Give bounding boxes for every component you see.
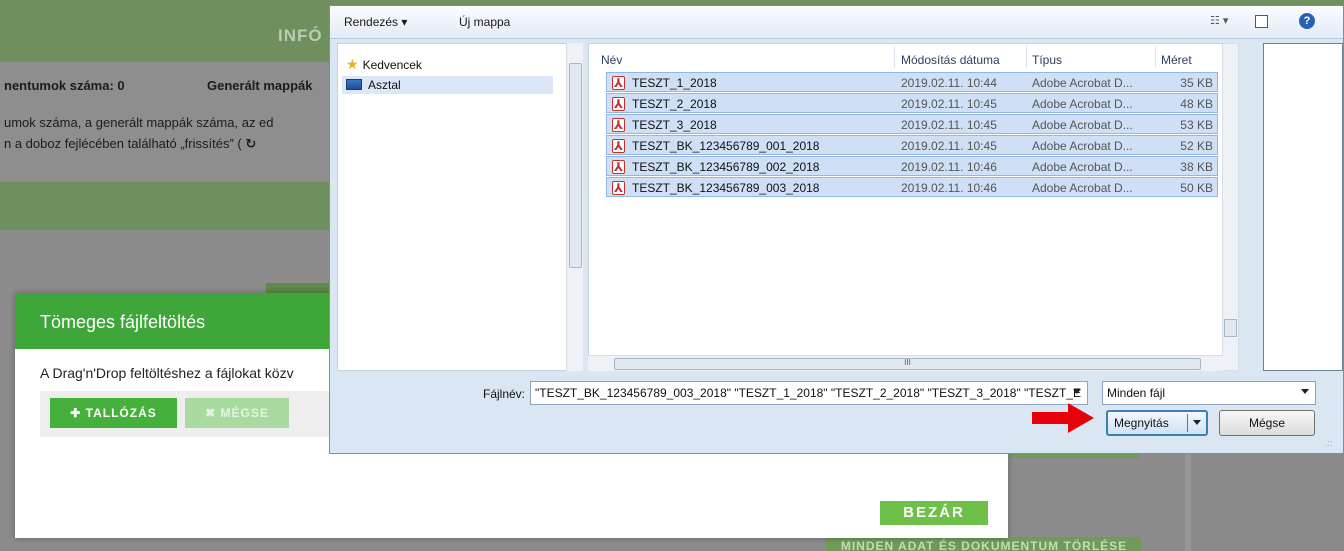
background-green-strip: [266, 283, 336, 293]
resize-grip-icon[interactable]: .::: [1325, 438, 1333, 448]
file-type: Adobe Acrobat D...: [1032, 181, 1133, 195]
desktop-icon: [346, 79, 362, 90]
dialog-cancel-button[interactable]: Mégse: [1219, 410, 1315, 436]
file-type: Adobe Acrobat D...: [1032, 76, 1133, 90]
file-name: TESZT_BK_123456789_003_2018: [632, 181, 820, 195]
nav-item-favorites[interactable]: ★ Kedvencek: [346, 56, 422, 73]
background-header-title: INFÓ: [278, 26, 323, 45]
navigation-scrollbar[interactable]: [566, 43, 583, 371]
pdf-file-icon: ⅄: [612, 76, 625, 90]
file-size: 50 KB: [1180, 181, 1213, 195]
column-header-size[interactable]: Méret: [1161, 53, 1192, 67]
file-modified: 2019.02.11. 10:45: [901, 97, 997, 111]
file-modified: 2019.02.11. 10:46: [901, 160, 997, 174]
file-type: Adobe Acrobat D...: [1032, 97, 1133, 111]
nav-item-desktop[interactable]: Asztal: [342, 76, 553, 94]
modal-title: Tömeges fájlfeltöltés: [40, 312, 206, 332]
file-name: TESZT_1_2018: [632, 76, 717, 90]
red-arrow-annotation: [1032, 403, 1094, 433]
preview-pane: [1263, 43, 1343, 371]
chevron-down-icon: [1193, 420, 1201, 425]
column-header-name[interactable]: Név: [601, 53, 622, 67]
browse-button[interactable]: ✚ TALLÓZÁS: [50, 398, 177, 428]
preview-pane-icon[interactable]: [1255, 15, 1268, 28]
file-type: Adobe Acrobat D...: [1032, 160, 1133, 174]
file-list-horizontal-scrollbar[interactable]: III: [588, 355, 1223, 371]
background-info-text-2-content: n a doboz fejlécében található „frissíté…: [4, 136, 242, 151]
file-name: TESZT_BK_123456789_002_2018: [632, 160, 820, 174]
open-button-label: Megnyitás: [1114, 416, 1169, 430]
column-separator[interactable]: [894, 46, 895, 68]
file-row[interactable]: ⅄ TESZT_2_2018 2019.02.11. 10:45 Adobe A…: [606, 93, 1218, 113]
column-separator[interactable]: [1026, 46, 1027, 68]
file-size: 35 KB: [1180, 76, 1213, 90]
background-stat-folders: Generált mappák: [207, 78, 313, 93]
pdf-file-icon: ⅄: [612, 181, 625, 195]
chevron-down-icon[interactable]: [1073, 389, 1081, 394]
file-modified: 2019.02.11. 10:45: [901, 118, 997, 132]
nav-item-desktop-label: Asztal: [368, 78, 401, 92]
dialog-toolbar: Rendezés ▾ Új mappa ☷ ▾ ?: [330, 6, 1343, 39]
file-name: TESZT_2_2018: [632, 97, 717, 111]
navigation-scroll-thumb[interactable]: [569, 63, 582, 268]
refresh-icon: ↻: [245, 136, 257, 151]
file-list: Név Módosítás dátuma Típus Méret ⅄ TESZT…: [588, 43, 1223, 371]
chevron-down-icon[interactable]: [1301, 389, 1309, 394]
pdf-file-icon: ⅄: [612, 118, 625, 132]
file-row[interactable]: ⅄ TESZT_3_2018 2019.02.11. 10:45 Adobe A…: [606, 114, 1218, 134]
file-size: 52 KB: [1180, 139, 1213, 153]
file-list-vertical-scrollbar[interactable]: [1222, 43, 1239, 371]
open-options-split-button[interactable]: [1187, 414, 1205, 432]
file-size: 53 KB: [1180, 118, 1213, 132]
background-stat-documents: nentumok száma: 0: [4, 78, 125, 93]
file-size: 38 KB: [1180, 160, 1213, 174]
vertical-scroll-thumb[interactable]: [1224, 319, 1237, 337]
column-separator[interactable]: [1155, 46, 1156, 68]
file-modified: 2019.02.11. 10:45: [901, 139, 997, 153]
cancel-upload-button[interactable]: ✖ MÉGSE: [185, 398, 289, 428]
background-info-text-1: umok száma, a generált mappák száma, az …: [4, 115, 274, 130]
pdf-file-icon: ⅄: [612, 97, 625, 111]
organize-button[interactable]: Rendezés ▾: [344, 15, 407, 29]
file-type-filter-select[interactable]: Minden fájl: [1102, 381, 1316, 405]
filename-input[interactable]: "TESZT_BK_123456789_003_2018" "TESZT_1_2…: [530, 381, 1088, 405]
column-header-modified[interactable]: Módosítás dátuma: [901, 53, 1000, 67]
file-row[interactable]: ⅄ TESZT_1_2018 2019.02.11. 10:44 Adobe A…: [606, 72, 1218, 92]
file-modified: 2019.02.11. 10:46: [901, 181, 997, 195]
file-row[interactable]: ⅄ TESZT_BK_123456789_002_2018 2019.02.11…: [606, 156, 1218, 176]
navigation-pane: ★ Kedvencek Asztal: [337, 43, 573, 371]
close-button[interactable]: BEZÁR: [880, 501, 988, 525]
file-type: Adobe Acrobat D...: [1032, 118, 1133, 132]
file-open-dialog: Rendezés ▾ Új mappa ☷ ▾ ? ★ Kedvencek Asz…: [329, 5, 1344, 454]
help-icon[interactable]: ?: [1299, 13, 1315, 29]
file-type-filter-value: Minden fájl: [1107, 386, 1166, 400]
arrow-shape: [1032, 403, 1094, 433]
file-row[interactable]: ⅄ TESZT_BK_123456789_001_2018 2019.02.11…: [606, 135, 1218, 155]
pdf-file-icon: ⅄: [612, 160, 625, 174]
background-info-text-2: n a doboz fejlécében található „frissíté…: [4, 136, 256, 152]
horizontal-scroll-thumb[interactable]: III: [614, 358, 1201, 370]
new-folder-button[interactable]: Új mappa: [459, 15, 510, 29]
file-name: TESZT_3_2018: [632, 118, 717, 132]
filename-input-value: "TESZT_BK_123456789_003_2018" "TESZT_1_2…: [535, 386, 1081, 400]
file-modified: 2019.02.11. 10:44: [901, 76, 997, 90]
file-row[interactable]: ⅄ TESZT_BK_123456789_003_2018 2019.02.11…: [606, 177, 1218, 197]
filename-label: Fájlnév:: [483, 387, 526, 401]
open-button[interactable]: Megnyitás: [1106, 410, 1208, 436]
delete-all-button[interactable]: MINDEN ADAT ÉS DOKUMENTUM TÖRLÉSE: [826, 537, 1142, 551]
file-type: Adobe Acrobat D...: [1032, 139, 1133, 153]
file-name: TESZT_BK_123456789_001_2018: [632, 139, 820, 153]
pdf-file-icon: ⅄: [612, 139, 625, 153]
views-icon[interactable]: ☷ ▾: [1210, 14, 1228, 27]
modal-description: A Drag'n'Drop feltöltéshez a fájlokat kö…: [40, 365, 294, 381]
star-icon: ★: [346, 56, 359, 72]
nav-item-favorites-label: Kedvencek: [362, 58, 422, 72]
file-size: 48 KB: [1180, 97, 1213, 111]
column-header-type[interactable]: Típus: [1032, 53, 1062, 67]
